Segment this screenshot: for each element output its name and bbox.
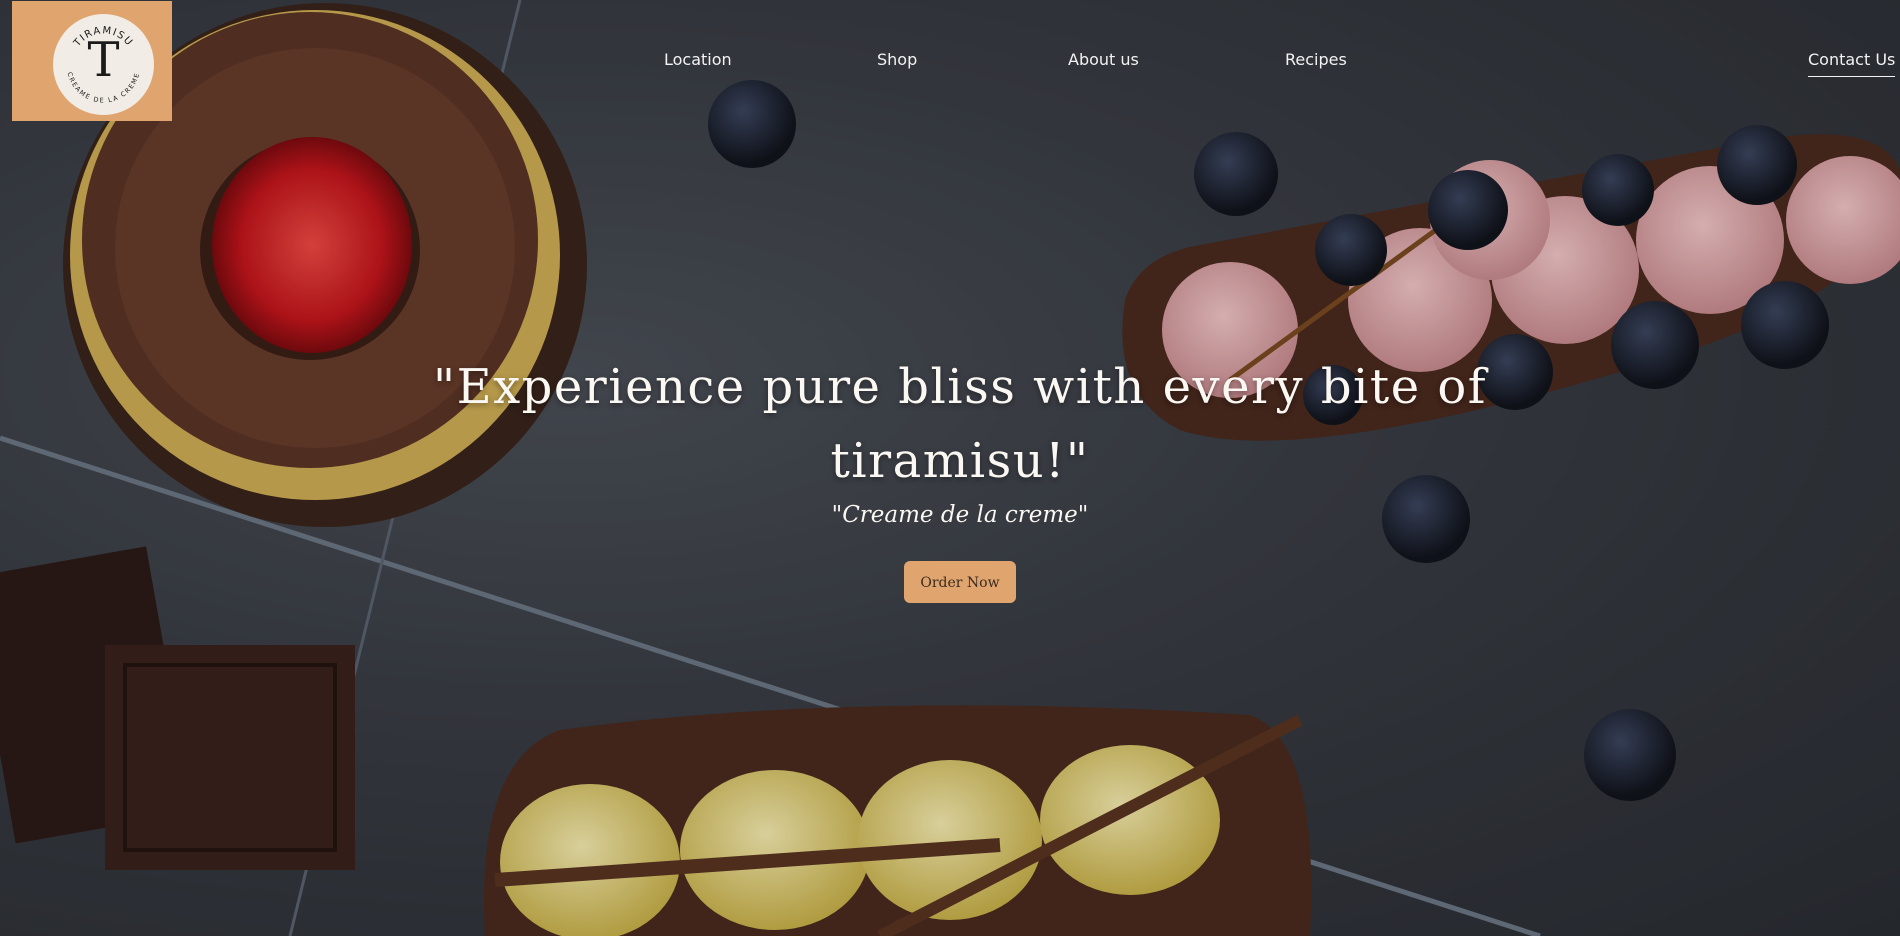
hero-headline-line2: tiramisu!" (830, 433, 1090, 489)
logo-monogram: T (87, 32, 120, 88)
logo[interactable]: TIRAMISU CREAME DE LA CREME T (12, 1, 172, 121)
nav-recipes[interactable]: Recipes (1285, 50, 1347, 70)
nav-about-us[interactable]: About us (1068, 50, 1139, 70)
hero-headline: "Experience pure bliss with every bite o… (380, 350, 1540, 498)
hero-section: TIRAMISU CREAME DE LA CREME T Location S… (0, 0, 1900, 936)
nav-contact-us[interactable]: Contact Us (1808, 50, 1896, 77)
hero-headline-line1: "Experience pure bliss with every bite o… (432, 359, 1488, 415)
logo-badge: TIRAMISU CREAME DE LA CREME T (53, 14, 154, 115)
hero-tagline: "Creame de la creme" (831, 502, 1089, 528)
nav-location[interactable]: Location (664, 50, 732, 70)
nav-shop[interactable]: Shop (877, 50, 917, 70)
order-now-button[interactable]: Order Now (904, 561, 1016, 603)
